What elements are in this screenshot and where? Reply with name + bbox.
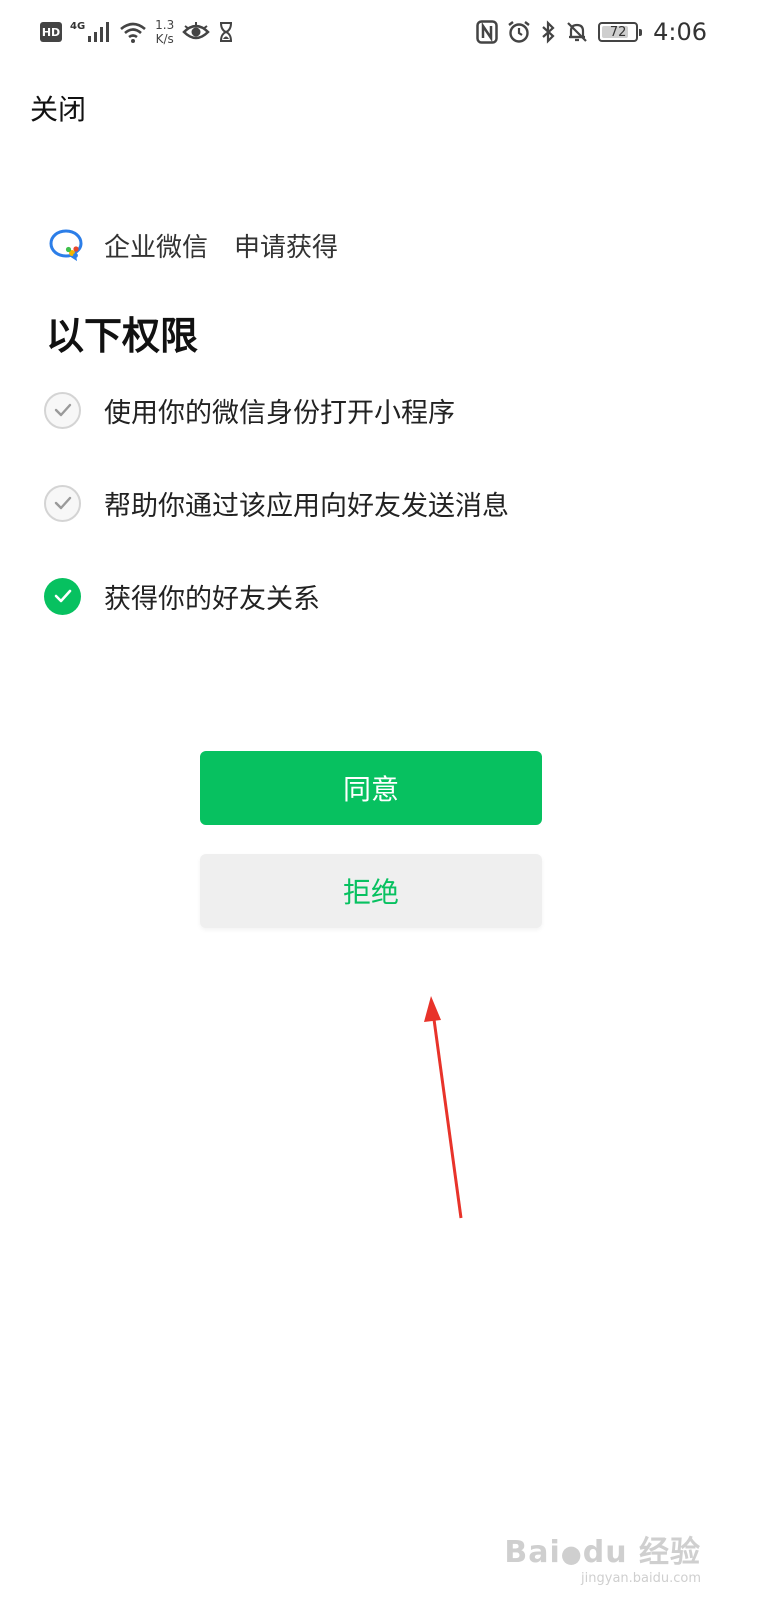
reject-button[interactable]: 拒绝 [200,854,542,928]
permission-label: 帮助你通过该应用向好友发送消息 [104,490,509,522]
wecom-logo-icon [49,229,83,262]
requesting-app-row: 企业微信 申请获得 [48,225,338,265]
checkbox-checked-icon[interactable] [44,577,81,615]
battery-level: 72 [609,24,627,40]
permission-label: 使用你的微信身份打开小程序 [104,397,455,429]
clock: 4:06 [653,18,707,46]
status-bar-left: HD 4G 1.3 K/s [40,14,234,50]
permissions-title: 以下权限 [46,314,199,358]
permission-list: 使用你的微信身份打开小程序 帮助你通过该应用向好友发送消息 获得你的好友关系 [44,383,509,662]
request-text: 申请获得 [234,232,339,263]
status-bar: HD 4G 1.3 K/s 72 4:06 [0,0,757,64]
eye-icon [182,22,211,40]
network-speed: 1.3 K/s [155,18,175,46]
permission-item-friend-relations[interactable]: 获得你的好友关系 [44,569,509,623]
check-icon [44,391,81,429]
check-icon [44,484,81,522]
permission-item-send-messages: 帮助你通过该应用向好友发送消息 [44,476,509,530]
app-name: 企业微信 [104,232,209,263]
nfc-icon [476,20,498,44]
permission-label: 获得你的好友关系 [104,583,320,615]
hourglass-icon [220,22,233,42]
watermark-logo: Bai●du 经验 jingyan.baidu.com [504,1535,701,1586]
battery-icon: 72 [598,22,643,42]
wifi-icon [120,22,147,43]
close-button[interactable]: 关闭 [30,88,86,128]
hd-icon: HD [40,22,62,42]
network-type: 4G [70,21,86,32]
agree-button[interactable]: 同意 [200,751,542,825]
alarm-icon [508,21,530,43]
status-bar-right: 72 4:06 [476,14,707,50]
mute-bell-icon [567,22,587,42]
permission-item-open-mini-program: 使用你的微信身份打开小程序 [44,383,509,437]
bluetooth-icon [542,20,555,44]
signal-icon: 4G [70,21,111,43]
